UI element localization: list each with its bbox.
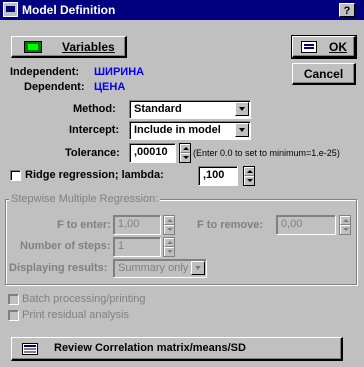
spin-up-icon[interactable] [244, 167, 254, 176]
stepwise-group-title: Stepwise Multiple Regression: [9, 193, 161, 205]
review-button-label: Review Correlation matrix/means/SD [54, 342, 246, 354]
help-button[interactable]: ? [339, 3, 355, 17]
ridge-label: Ridge regression; lambda: [25, 169, 164, 181]
batch-checkbox [8, 294, 19, 305]
spin-up-icon[interactable] [180, 144, 190, 153]
chevron-down-icon[interactable] [235, 102, 249, 116]
spin-down-icon[interactable] [244, 176, 254, 185]
spin-down-icon [340, 225, 350, 234]
intercept-label: Intercept: [69, 124, 120, 136]
f-enter-input: 1,00 [113, 215, 161, 235]
ok-button-label: OK [329, 40, 347, 54]
tolerance-value: ,00010 [134, 146, 168, 158]
f-remove-spinner [339, 215, 351, 235]
ok-button[interactable]: OK [291, 35, 357, 59]
lambda-input[interactable]: ,100 [198, 166, 238, 186]
tolerance-label: Tolerance: [65, 147, 120, 159]
method-value: Standard [134, 103, 182, 115]
tolerance-hint: (Enter 0.0 to set to minimum=1.e-25) [193, 148, 340, 158]
tolerance-input[interactable]: ,00010 [129, 143, 176, 163]
lambda-value: ,100 [203, 169, 225, 181]
variables-button[interactable]: Variables [11, 36, 127, 58]
intercept-select[interactable]: Include in model [129, 121, 251, 140]
chevron-down-icon[interactable] [235, 123, 249, 137]
dependent-label: Dependent: [24, 81, 85, 93]
display-label: Displaying results: [9, 262, 108, 274]
method-label: Method: [73, 103, 116, 115]
independent-label: Independent: [10, 66, 80, 78]
window-title: Model Definition [22, 3, 116, 17]
steps-input: 1 [113, 237, 161, 257]
method-select[interactable]: Standard [129, 100, 251, 119]
steps-label: Number of steps: [20, 240, 111, 252]
ok-icon [301, 41, 317, 53]
tolerance-spinner[interactable] [179, 143, 191, 163]
ridge-checkbox[interactable] [10, 170, 21, 181]
cancel-button-label: Cancel [303, 67, 344, 81]
intercept-value: Include in model [134, 124, 221, 136]
variables-icon [24, 41, 42, 53]
cancel-button[interactable]: Cancel [292, 63, 356, 85]
f-remove-label: F to remove: [197, 219, 264, 231]
residual-checkbox [8, 310, 19, 321]
f-remove-value: 0,00 [281, 218, 303, 230]
review-icon [22, 343, 38, 355]
spin-up-icon [164, 238, 174, 247]
spin-down-icon [164, 225, 174, 234]
display-value: Summary only [118, 262, 189, 274]
chevron-down-icon [191, 261, 205, 275]
display-select: Summary only [113, 259, 207, 278]
spin-down-icon [164, 247, 174, 256]
batch-label: Batch processing/printing [22, 293, 146, 305]
spin-down-icon[interactable] [180, 153, 190, 162]
steps-value: 1 [118, 240, 125, 252]
dependent-value: ЦЕНА [94, 81, 126, 93]
variables-button-label: Variables [62, 40, 115, 54]
f-enter-value: 1,00 [118, 218, 140, 230]
steps-spinner [163, 237, 175, 257]
f-remove-input: 0,00 [276, 215, 336, 235]
spin-up-icon [164, 216, 174, 225]
spin-up-icon [340, 216, 350, 225]
review-button[interactable]: Review Correlation matrix/means/SD [11, 337, 343, 361]
independent-value: ШИРИНА [94, 66, 145, 78]
title-bar: Model Definition ? [0, 0, 364, 20]
residual-label: Print residual analysis [22, 309, 129, 321]
f-enter-spinner [163, 215, 175, 235]
f-enter-label: F to enter: [57, 219, 111, 231]
lambda-spinner[interactable] [243, 166, 255, 186]
app-icon [3, 2, 18, 17]
